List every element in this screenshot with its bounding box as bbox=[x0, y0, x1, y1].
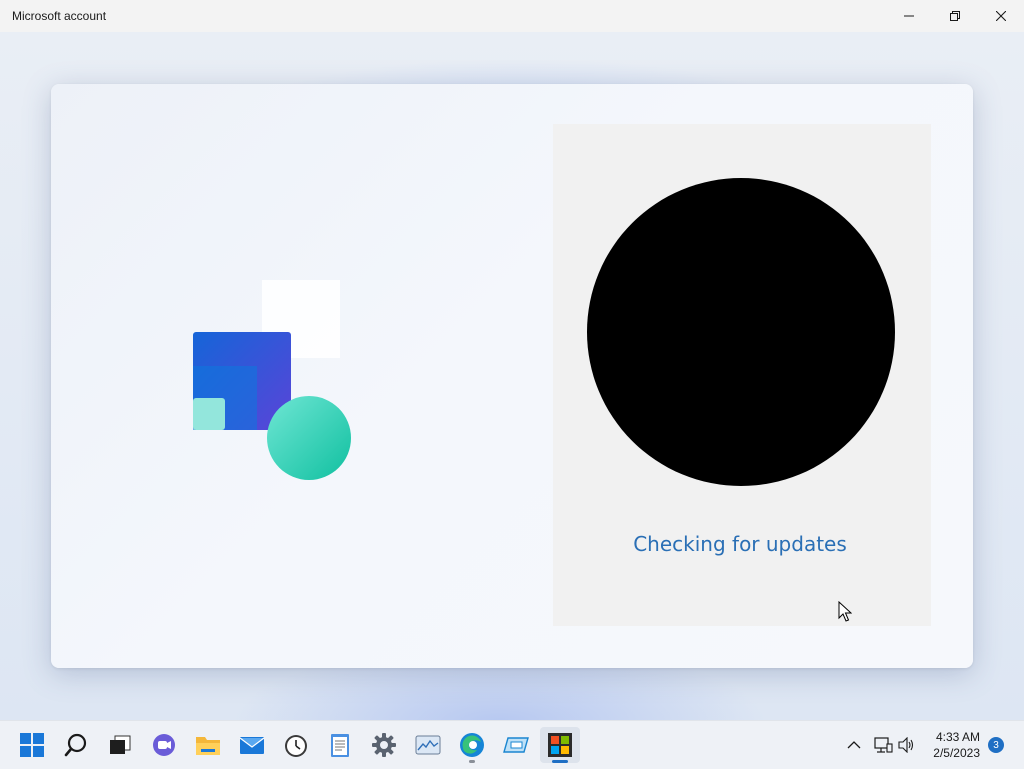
volume-button[interactable] bbox=[894, 727, 920, 763]
running-indicator bbox=[469, 760, 475, 763]
task-view-button[interactable] bbox=[100, 727, 140, 763]
edge-button[interactable] bbox=[452, 727, 492, 763]
photos-icon bbox=[415, 735, 441, 755]
chevron-up-icon bbox=[847, 741, 861, 749]
task-view-icon bbox=[110, 735, 131, 754]
close-icon bbox=[996, 11, 1006, 21]
windows-logo-icon bbox=[20, 733, 44, 757]
file-explorer-button[interactable] bbox=[188, 727, 228, 763]
tray-date: 2/5/2023 bbox=[933, 746, 980, 760]
restore-button[interactable] bbox=[932, 0, 978, 32]
store-icon bbox=[548, 733, 572, 757]
volume-icon bbox=[898, 737, 914, 753]
tray-time: 4:33 AM bbox=[935, 730, 980, 744]
notification-badge[interactable]: 3 bbox=[988, 737, 1004, 753]
minimize-icon bbox=[904, 15, 914, 17]
status-text: Checking for updates bbox=[633, 532, 847, 556]
search-button[interactable] bbox=[56, 727, 96, 763]
notepad-icon bbox=[331, 734, 349, 757]
edge-icon bbox=[460, 733, 484, 757]
account-illustration bbox=[193, 280, 351, 480]
start-button[interactable] bbox=[12, 727, 52, 763]
notepad-button[interactable] bbox=[320, 727, 360, 763]
close-button[interactable] bbox=[978, 0, 1024, 32]
search-icon bbox=[64, 733, 87, 757]
app-button[interactable] bbox=[496, 727, 536, 763]
user-avatar bbox=[587, 178, 895, 486]
settings-button[interactable] bbox=[364, 727, 404, 763]
gear-icon bbox=[372, 733, 396, 757]
status-panel: Checking for updates bbox=[553, 124, 931, 626]
clock-icon bbox=[285, 735, 307, 757]
mail-button[interactable] bbox=[232, 727, 272, 763]
network-icon bbox=[874, 737, 893, 753]
mouse-cursor-icon bbox=[838, 601, 852, 622]
chat-button[interactable] bbox=[144, 727, 184, 763]
active-indicator bbox=[552, 760, 568, 763]
title-bar: Microsoft account bbox=[0, 0, 1024, 32]
chat-icon bbox=[153, 734, 175, 756]
microsoft-store-button[interactable] bbox=[540, 727, 580, 763]
mail-icon bbox=[239, 737, 265, 754]
minimize-button[interactable] bbox=[886, 0, 932, 32]
show-hidden-icons-button[interactable] bbox=[836, 727, 872, 763]
window-title: Microsoft account bbox=[12, 9, 107, 23]
clock-area[interactable]: 4:33 AM 2/5/2023 bbox=[933, 729, 980, 761]
taskbar: 4:33 AM 2/5/2023 3 bbox=[0, 720, 1024, 769]
photos-button[interactable] bbox=[408, 727, 448, 763]
setup-card: Checking for updates bbox=[51, 84, 973, 668]
restore-icon bbox=[950, 11, 960, 21]
app-icon bbox=[503, 737, 529, 753]
clock-button[interactable] bbox=[276, 727, 316, 763]
folder-icon bbox=[196, 737, 220, 755]
